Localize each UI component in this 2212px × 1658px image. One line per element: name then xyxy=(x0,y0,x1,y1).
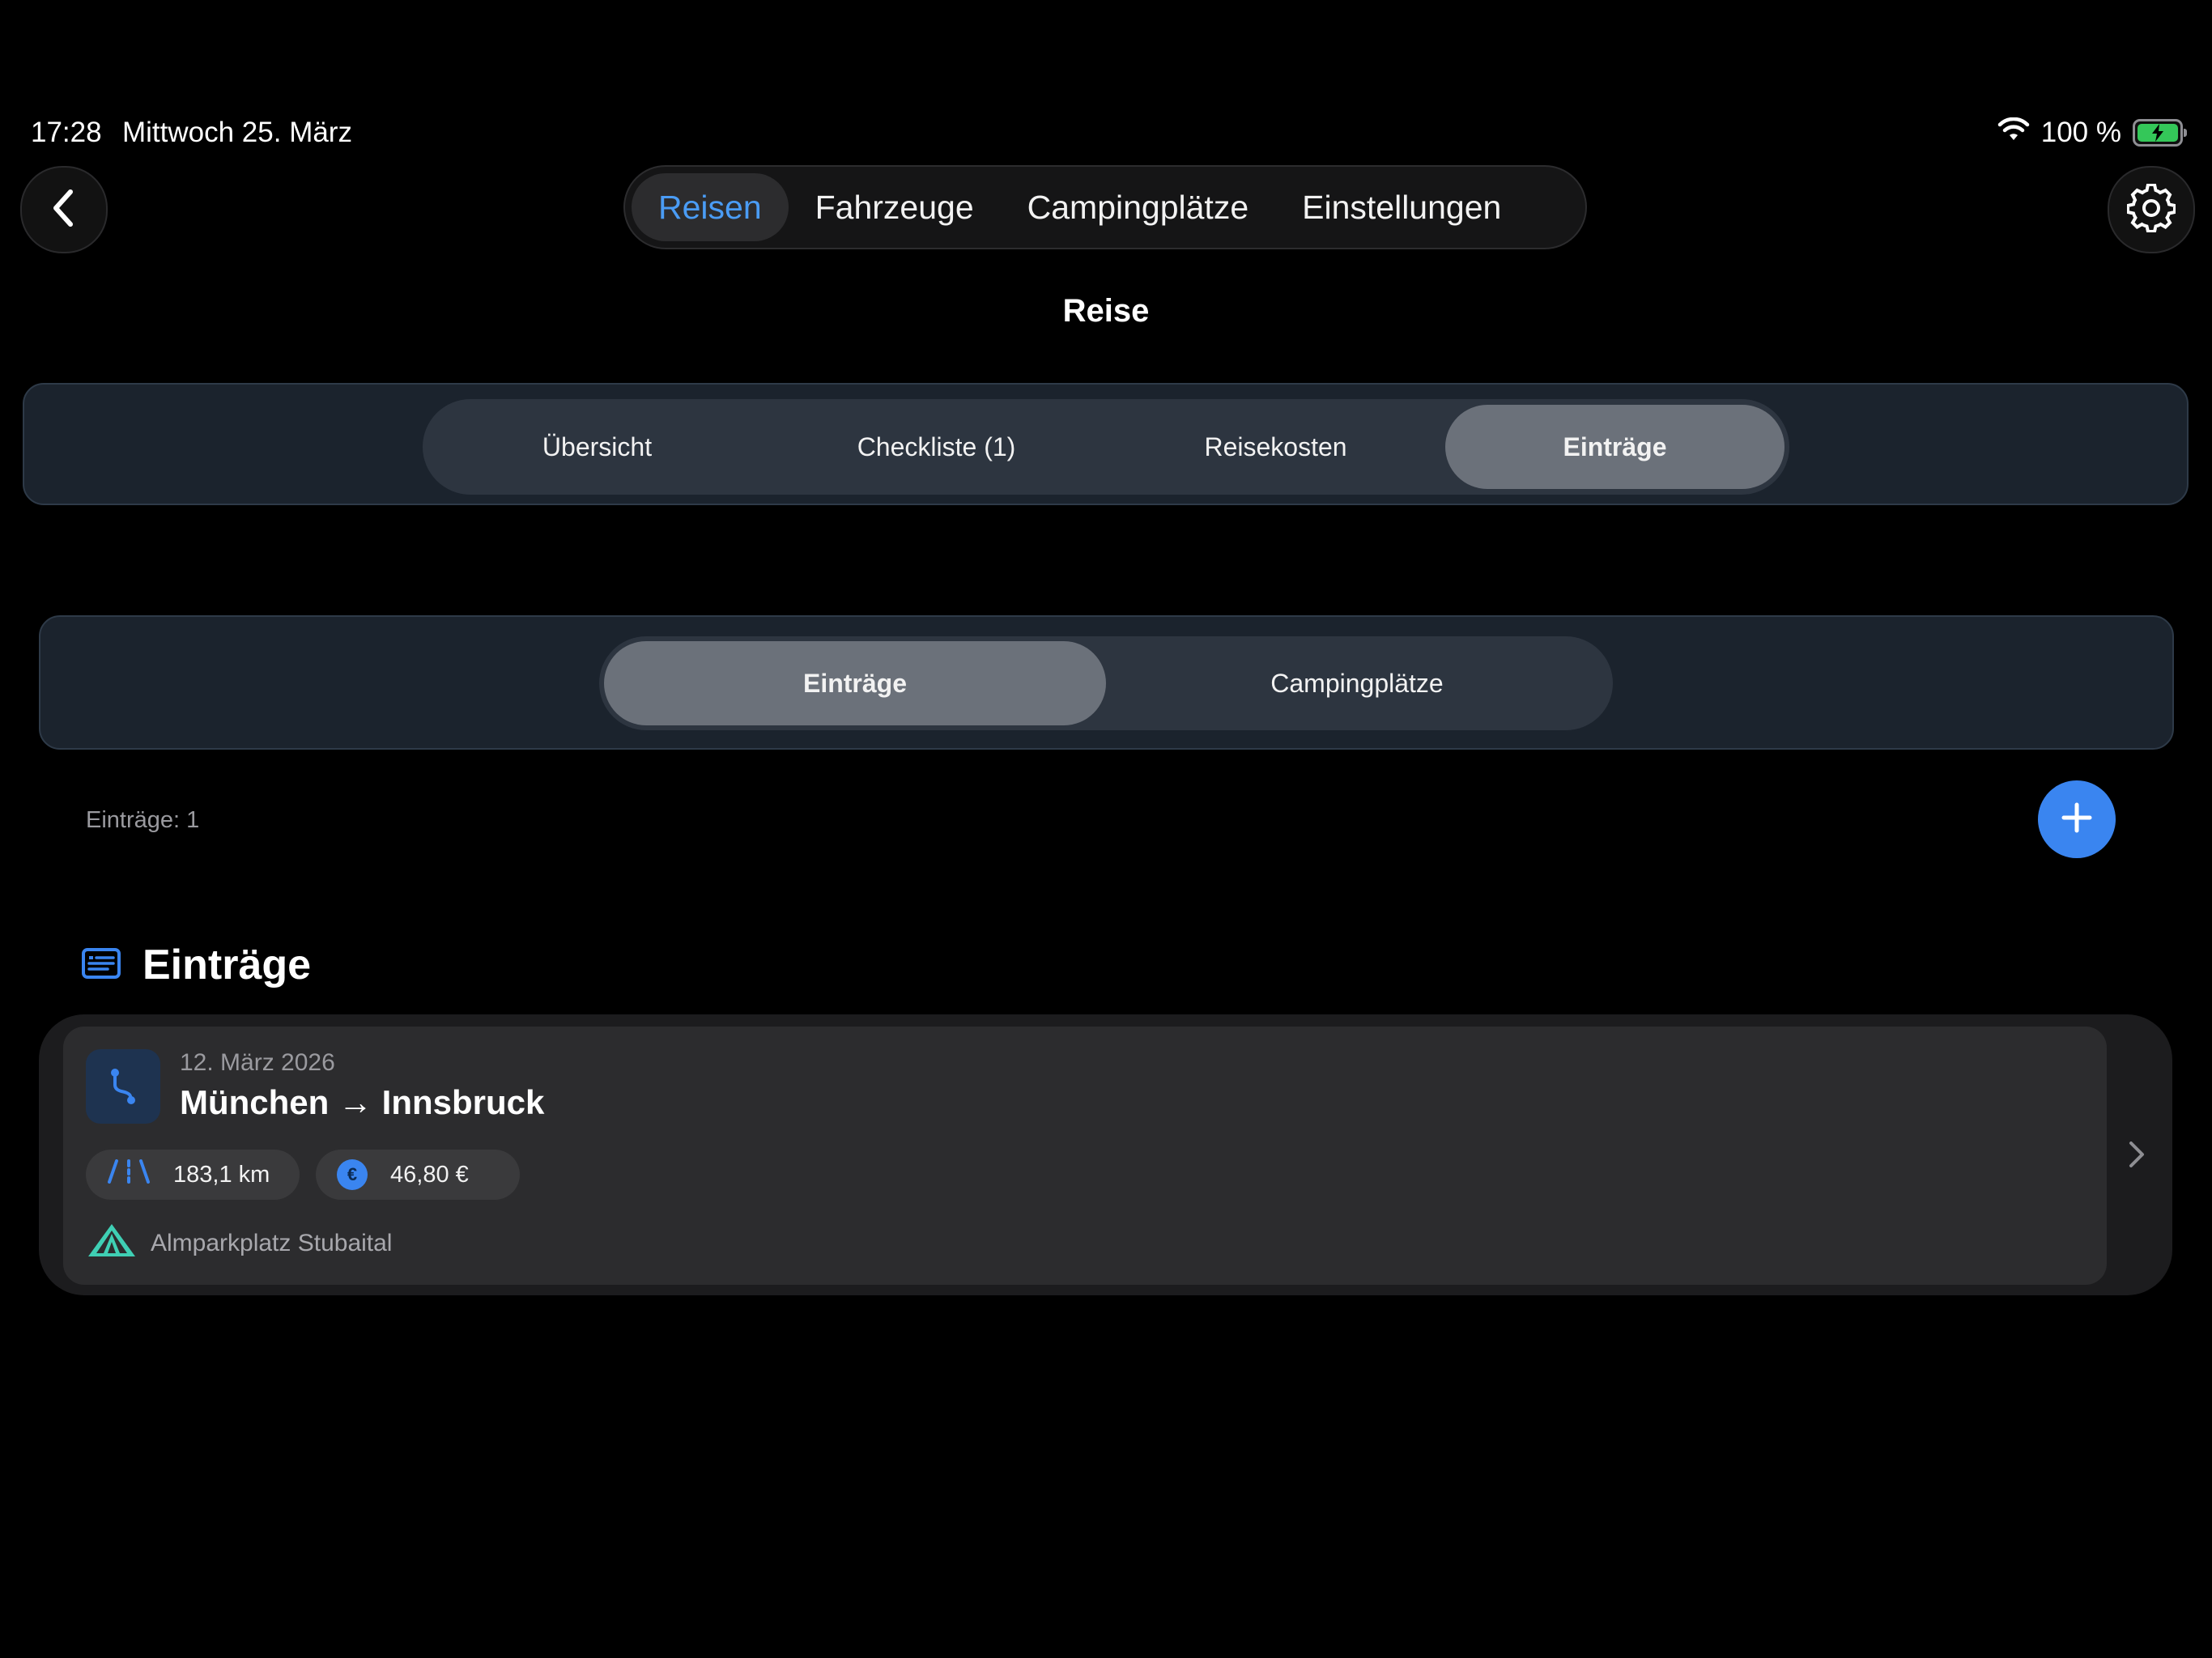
tab-fahrzeuge[interactable]: Fahrzeuge xyxy=(789,173,1001,241)
section-header: Einträge xyxy=(81,941,311,989)
entry-tabs: Einträge Campingplätze xyxy=(599,636,1613,730)
entry-campsite: Almparkplatz Stubaital xyxy=(151,1230,393,1256)
section-title: Einträge xyxy=(143,942,312,988)
euro-icon: € xyxy=(337,1159,368,1190)
tab-checkliste[interactable]: Checkliste (1) xyxy=(767,405,1106,489)
trip-tabs: Übersicht Checkliste (1) Reisekosten Ein… xyxy=(423,399,1789,495)
segment-campingplaetze[interactable]: Campingplätze xyxy=(1106,641,1608,725)
tab-campingplaetze[interactable]: Campingplätze xyxy=(1001,173,1276,241)
entries-count: Einträge: 1 xyxy=(86,807,200,833)
tab-einstellungen[interactable]: Einstellungen xyxy=(1275,173,1528,241)
campsite-row: Almparkplatz Stubaital xyxy=(86,1222,392,1265)
chevron-left-icon xyxy=(48,187,80,233)
road-icon xyxy=(107,1159,151,1190)
chevron-right-icon xyxy=(2128,1140,2146,1173)
back-button[interactable] xyxy=(20,166,108,253)
tab-uebersicht[interactable]: Übersicht xyxy=(428,405,767,489)
plus-icon xyxy=(2061,801,2093,838)
distance-chip: 183,1 km xyxy=(86,1150,300,1200)
entry-cost: 46,80 € xyxy=(390,1161,469,1188)
settings-button[interactable] xyxy=(2108,166,2195,253)
cost-chip: € 46,80 € xyxy=(316,1150,520,1200)
wifi-icon xyxy=(1997,117,2030,149)
tab-reisen[interactable]: Reisen xyxy=(632,173,789,241)
segment-eintraege[interactable]: Einträge xyxy=(604,641,1106,725)
tent-icon xyxy=(86,1222,138,1265)
top-navigation: Reisen Fahrzeuge Campingplätze Einstellu… xyxy=(623,165,1587,249)
status-time: 17:28 xyxy=(31,117,102,148)
route-icon xyxy=(86,1049,160,1124)
battery-percent: 100 % xyxy=(2040,117,2121,148)
tab-reisekosten[interactable]: Reisekosten xyxy=(1106,405,1445,489)
page-title: Reise xyxy=(1062,293,1150,329)
add-entry-button[interactable] xyxy=(2038,780,2116,858)
gear-icon xyxy=(2126,182,2176,236)
status-date: Mittwoch 25. März xyxy=(122,117,352,148)
tab-eintraege[interactable]: Einträge xyxy=(1445,405,1784,489)
entry-distance: 183,1 km xyxy=(173,1161,270,1188)
battery-icon xyxy=(2133,119,2187,147)
status-indicators: 100 % xyxy=(1997,117,2187,149)
entry-title: München → Innsbruck xyxy=(180,1083,545,1121)
entry-date: 12. März 2026 xyxy=(180,1049,335,1076)
list-icon xyxy=(81,947,121,984)
